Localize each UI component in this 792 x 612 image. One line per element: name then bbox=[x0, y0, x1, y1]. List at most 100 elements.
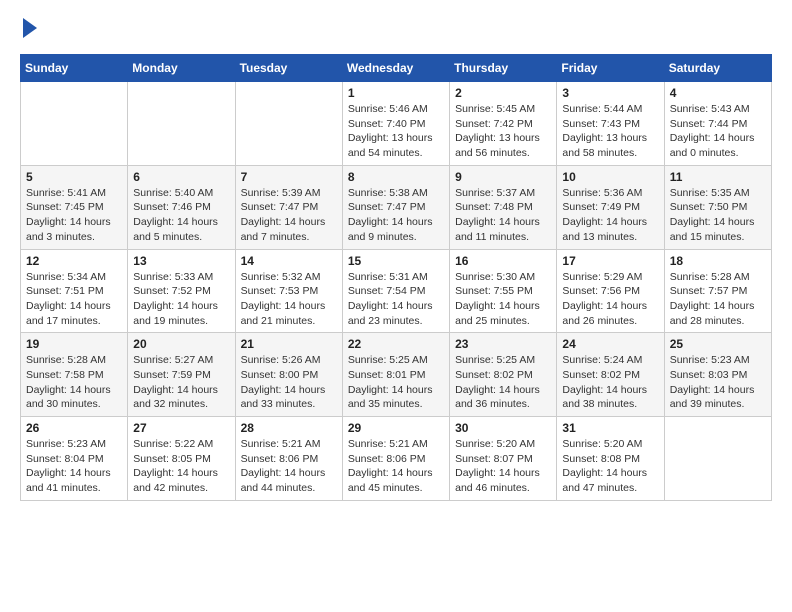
calendar-day-cell: 19 Sunrise: 5:28 AM Sunset: 7:58 PM Dayli… bbox=[21, 333, 128, 417]
day-number: 15 bbox=[348, 254, 444, 268]
calendar-day-cell: 15 Sunrise: 5:31 AM Sunset: 7:54 PM Dayli… bbox=[342, 249, 449, 333]
day-info: Sunrise: 5:23 AM Sunset: 8:04 PM Dayligh… bbox=[26, 437, 122, 496]
calendar-day-cell bbox=[21, 82, 128, 166]
page-header bbox=[20, 20, 772, 38]
day-number: 4 bbox=[670, 86, 766, 100]
day-info: Sunrise: 5:26 AM Sunset: 8:00 PM Dayligh… bbox=[241, 353, 337, 412]
calendar-day-cell: 1 Sunrise: 5:46 AM Sunset: 7:40 PM Daylig… bbox=[342, 82, 449, 166]
day-info: Sunrise: 5:28 AM Sunset: 7:58 PM Dayligh… bbox=[26, 353, 122, 412]
day-number: 5 bbox=[26, 170, 122, 184]
day-number: 1 bbox=[348, 86, 444, 100]
calendar-day-cell: 30 Sunrise: 5:20 AM Sunset: 8:07 PM Dayli… bbox=[450, 417, 557, 501]
day-info: Sunrise: 5:40 AM Sunset: 7:46 PM Dayligh… bbox=[133, 186, 229, 245]
calendar-day-cell: 2 Sunrise: 5:45 AM Sunset: 7:42 PM Daylig… bbox=[450, 82, 557, 166]
day-number: 13 bbox=[133, 254, 229, 268]
calendar-header-row: SundayMondayTuesdayWednesdayThursdayFrid… bbox=[21, 55, 772, 82]
day-number: 12 bbox=[26, 254, 122, 268]
calendar-day-cell: 11Sunrise: 5:35 AM Sunset: 7:50 PM Dayli… bbox=[664, 165, 771, 249]
day-number: 25 bbox=[670, 337, 766, 351]
day-info: Sunrise: 5:21 AM Sunset: 8:06 PM Dayligh… bbox=[348, 437, 444, 496]
day-number: 9 bbox=[455, 170, 551, 184]
day-number: 16 bbox=[455, 254, 551, 268]
day-of-week-header: Thursday bbox=[450, 55, 557, 82]
day-number: 26 bbox=[26, 421, 122, 435]
day-number: 14 bbox=[241, 254, 337, 268]
day-of-week-header: Tuesday bbox=[235, 55, 342, 82]
calendar-day-cell: 7 Sunrise: 5:39 AM Sunset: 7:47 PM Daylig… bbox=[235, 165, 342, 249]
day-number: 29 bbox=[348, 421, 444, 435]
calendar-day-cell: 31 Sunrise: 5:20 AM Sunset: 8:08 PM Dayli… bbox=[557, 417, 664, 501]
calendar-week-row: 19 Sunrise: 5:28 AM Sunset: 7:58 PM Dayli… bbox=[21, 333, 772, 417]
calendar-day-cell: 14 Sunrise: 5:32 AM Sunset: 7:53 PM Dayli… bbox=[235, 249, 342, 333]
day-info: Sunrise: 5:30 AM Sunset: 7:55 PM Dayligh… bbox=[455, 270, 551, 329]
day-info: Sunrise: 5:34 AM Sunset: 7:51 PM Dayligh… bbox=[26, 270, 122, 329]
day-number: 27 bbox=[133, 421, 229, 435]
day-info: Sunrise: 5:20 AM Sunset: 8:08 PM Dayligh… bbox=[562, 437, 658, 496]
calendar-day-cell: 24 Sunrise: 5:24 AM Sunset: 8:02 PM Dayli… bbox=[557, 333, 664, 417]
day-number: 23 bbox=[455, 337, 551, 351]
day-number: 7 bbox=[241, 170, 337, 184]
day-info: Sunrise: 5:24 AM Sunset: 8:02 PM Dayligh… bbox=[562, 353, 658, 412]
day-number: 30 bbox=[455, 421, 551, 435]
day-number: 24 bbox=[562, 337, 658, 351]
calendar-day-cell: 9 Sunrise: 5:37 AM Sunset: 7:48 PM Daylig… bbox=[450, 165, 557, 249]
day-number: 11 bbox=[670, 170, 766, 184]
logo-arrow-icon bbox=[23, 18, 37, 38]
day-number: 10 bbox=[562, 170, 658, 184]
day-info: Sunrise: 5:44 AM Sunset: 7:43 PM Dayligh… bbox=[562, 102, 658, 161]
calendar-day-cell: 27 Sunrise: 5:22 AM Sunset: 8:05 PM Dayli… bbox=[128, 417, 235, 501]
calendar-day-cell: 13 Sunrise: 5:33 AM Sunset: 7:52 PM Dayli… bbox=[128, 249, 235, 333]
day-number: 17 bbox=[562, 254, 658, 268]
day-number: 28 bbox=[241, 421, 337, 435]
day-info: Sunrise: 5:38 AM Sunset: 7:47 PM Dayligh… bbox=[348, 186, 444, 245]
calendar-day-cell: 10Sunrise: 5:36 AM Sunset: 7:49 PM Dayli… bbox=[557, 165, 664, 249]
day-number: 21 bbox=[241, 337, 337, 351]
calendar-week-row: 12 Sunrise: 5:34 AM Sunset: 7:51 PM Dayli… bbox=[21, 249, 772, 333]
day-info: Sunrise: 5:22 AM Sunset: 8:05 PM Dayligh… bbox=[133, 437, 229, 496]
day-info: Sunrise: 5:23 AM Sunset: 8:03 PM Dayligh… bbox=[670, 353, 766, 412]
calendar-day-cell: 3 Sunrise: 5:44 AM Sunset: 7:43 PM Daylig… bbox=[557, 82, 664, 166]
calendar-day-cell: 8Sunrise: 5:38 AM Sunset: 7:47 PM Daylig… bbox=[342, 165, 449, 249]
day-info: Sunrise: 5:31 AM Sunset: 7:54 PM Dayligh… bbox=[348, 270, 444, 329]
calendar-week-row: 1 Sunrise: 5:46 AM Sunset: 7:40 PM Daylig… bbox=[21, 82, 772, 166]
calendar-day-cell: 21 Sunrise: 5:26 AM Sunset: 8:00 PM Dayli… bbox=[235, 333, 342, 417]
calendar-day-cell: 20Sunrise: 5:27 AM Sunset: 7:59 PM Dayli… bbox=[128, 333, 235, 417]
calendar-week-row: 26 Sunrise: 5:23 AM Sunset: 8:04 PM Dayli… bbox=[21, 417, 772, 501]
day-info: Sunrise: 5:32 AM Sunset: 7:53 PM Dayligh… bbox=[241, 270, 337, 329]
day-of-week-header: Monday bbox=[128, 55, 235, 82]
calendar-day-cell: 18Sunrise: 5:28 AM Sunset: 7:57 PM Dayli… bbox=[664, 249, 771, 333]
calendar-day-cell: 25 Sunrise: 5:23 AM Sunset: 8:03 PM Dayli… bbox=[664, 333, 771, 417]
day-number: 2 bbox=[455, 86, 551, 100]
calendar-table: SundayMondayTuesdayWednesdayThursdayFrid… bbox=[20, 54, 772, 501]
day-of-week-header: Wednesday bbox=[342, 55, 449, 82]
day-number: 22 bbox=[348, 337, 444, 351]
day-number: 3 bbox=[562, 86, 658, 100]
calendar-day-cell: 23Sunrise: 5:25 AM Sunset: 8:02 PM Dayli… bbox=[450, 333, 557, 417]
day-of-week-header: Saturday bbox=[664, 55, 771, 82]
day-number: 6 bbox=[133, 170, 229, 184]
day-info: Sunrise: 5:41 AM Sunset: 7:45 PM Dayligh… bbox=[26, 186, 122, 245]
calendar-day-cell: 16 Sunrise: 5:30 AM Sunset: 7:55 PM Dayli… bbox=[450, 249, 557, 333]
calendar-day-cell: 17Sunrise: 5:29 AM Sunset: 7:56 PM Dayli… bbox=[557, 249, 664, 333]
day-info: Sunrise: 5:45 AM Sunset: 7:42 PM Dayligh… bbox=[455, 102, 551, 161]
calendar-day-cell: 28 Sunrise: 5:21 AM Sunset: 8:06 PM Dayli… bbox=[235, 417, 342, 501]
day-info: Sunrise: 5:46 AM Sunset: 7:40 PM Dayligh… bbox=[348, 102, 444, 161]
day-info: Sunrise: 5:20 AM Sunset: 8:07 PM Dayligh… bbox=[455, 437, 551, 496]
day-info: Sunrise: 5:39 AM Sunset: 7:47 PM Dayligh… bbox=[241, 186, 337, 245]
day-number: 19 bbox=[26, 337, 122, 351]
day-of-week-header: Friday bbox=[557, 55, 664, 82]
calendar-day-cell bbox=[664, 417, 771, 501]
day-of-week-header: Sunday bbox=[21, 55, 128, 82]
day-info: Sunrise: 5:43 AM Sunset: 7:44 PM Dayligh… bbox=[670, 102, 766, 161]
day-info: Sunrise: 5:21 AM Sunset: 8:06 PM Dayligh… bbox=[241, 437, 337, 496]
calendar-day-cell: 29 Sunrise: 5:21 AM Sunset: 8:06 PM Dayli… bbox=[342, 417, 449, 501]
day-info: Sunrise: 5:37 AM Sunset: 7:48 PM Dayligh… bbox=[455, 186, 551, 245]
day-info: Sunrise: 5:25 AM Sunset: 8:01 PM Dayligh… bbox=[348, 353, 444, 412]
calendar-week-row: 5 Sunrise: 5:41 AM Sunset: 7:45 PM Daylig… bbox=[21, 165, 772, 249]
calendar-day-cell: 6 Sunrise: 5:40 AM Sunset: 7:46 PM Daylig… bbox=[128, 165, 235, 249]
day-number: 31 bbox=[562, 421, 658, 435]
logo bbox=[20, 20, 37, 38]
calendar-day-cell: 26 Sunrise: 5:23 AM Sunset: 8:04 PM Dayli… bbox=[21, 417, 128, 501]
calendar-day-cell: 5 Sunrise: 5:41 AM Sunset: 7:45 PM Daylig… bbox=[21, 165, 128, 249]
day-info: Sunrise: 5:33 AM Sunset: 7:52 PM Dayligh… bbox=[133, 270, 229, 329]
